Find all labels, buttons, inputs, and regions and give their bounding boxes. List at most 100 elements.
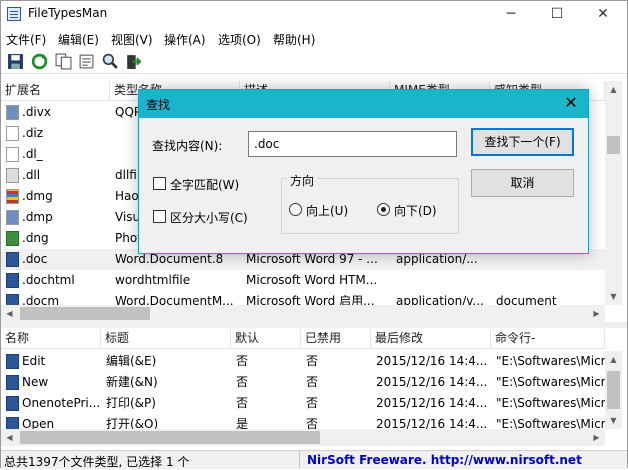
status-divider: [299, 451, 300, 469]
find-what-label: 查找内容(N):: [152, 139, 223, 153]
cell-mime: application/v...: [396, 294, 484, 305]
table-row[interactable]: OnenotePri... 打印(&P) 否 否 2015/12/16 14:4…: [1, 393, 605, 414]
scroll-up-arrow-icon[interactable]: ▲: [605, 351, 622, 368]
cell-name: OnenotePri...: [22, 396, 101, 410]
scroll-thumb[interactable]: [20, 431, 320, 444]
word-file-icon: [6, 396, 19, 411]
cell-command: "E:\Softwares\Micr: [496, 354, 605, 368]
cell-extension: .dng: [22, 231, 49, 245]
cell-extension: .dl_: [22, 147, 43, 161]
bottom-vertical-scrollbar[interactable]: ▲ ▼: [605, 351, 622, 429]
find-dialog: 查找 ✕ 查找内容(N): .doc 查找下一个(F) 取消 全字匹配(W) 区…: [138, 89, 589, 254]
scroll-thumb[interactable]: [20, 307, 150, 320]
find-dialog-title-bar[interactable]: 查找 ✕: [139, 90, 588, 118]
cell-disabled: 否: [306, 375, 319, 389]
match-case-checkbox[interactable]: [153, 210, 166, 223]
close-icon[interactable]: ✕: [554, 90, 588, 118]
cell-description: Microsoft Word HTM...: [246, 273, 378, 287]
table-row[interactable]: .docm Word.DocumentM... Microsoft Word 启…: [1, 291, 605, 305]
top-horizontal-scrollbar[interactable]: ◀ ▶: [1, 305, 605, 322]
cell-command: "E:\Softwares\Micr: [496, 396, 605, 410]
find-what-input[interactable]: .doc: [248, 131, 457, 157]
menu-options[interactable]: 选项(O): [218, 31, 261, 48]
column-header-default[interactable]: 默认: [231, 329, 301, 349]
word-file-icon: [6, 252, 19, 267]
scroll-right-arrow-icon[interactable]: ▶: [588, 429, 605, 446]
table-row[interactable]: New 新建(&N) 否 否 2015/12/16 14:4... "E:\So…: [1, 372, 605, 393]
cancel-button[interactable]: 取消: [471, 169, 574, 197]
top-vertical-scrollbar[interactable]: ▲ ▼: [605, 81, 622, 305]
table-row[interactable]: Open 打开(&O) 是 否 2015/12/16 14:4... "E:\S…: [1, 414, 605, 429]
cell-modified: 2015/12/16 14:4...: [376, 375, 488, 389]
app-file-icon: [6, 105, 19, 120]
cell-extension: .docm: [22, 294, 60, 305]
direction-label: 方向: [287, 172, 318, 189]
toolbar: [1, 50, 627, 74]
close-button[interactable]: ✕: [580, 1, 626, 27]
word-file-icon: [6, 417, 19, 429]
word-file-icon: [6, 354, 19, 369]
column-header-name[interactable]: 名称: [1, 329, 101, 349]
cell-extension: .doc: [22, 252, 48, 266]
scroll-down-arrow-icon[interactable]: ▼: [605, 288, 622, 305]
cell-title: 编辑(&E): [106, 354, 157, 368]
direction-up-radio[interactable]: [289, 203, 302, 216]
word-file-icon: [6, 375, 19, 390]
scroll-down-arrow-icon[interactable]: ▼: [605, 412, 622, 429]
cell-title: 新建(&N): [106, 375, 158, 389]
exit-icon[interactable]: [124, 53, 141, 70]
cell-description: Microsoft Word 启用...: [246, 294, 375, 305]
menu-help[interactable]: 帮助(H): [273, 31, 315, 48]
scroll-left-arrow-icon[interactable]: ◀: [1, 429, 18, 446]
find-icon[interactable]: [102, 53, 119, 70]
menu-edit[interactable]: 编辑(E): [58, 31, 99, 48]
find-dialog-title: 查找: [146, 98, 171, 112]
whole-word-checkbox[interactable]: [153, 177, 166, 190]
column-header-modified[interactable]: 最后修改: [371, 329, 491, 349]
table-row[interactable]: Edit 编辑(&E) 否 否 2015/12/16 14:4... "E:\S…: [1, 351, 605, 372]
cell-type-name: wordhtmlfile: [115, 273, 191, 287]
minimize-button[interactable]: ─: [488, 1, 534, 27]
cell-extension: .dmg: [22, 189, 53, 203]
column-header-extension[interactable]: 扩展名: [1, 81, 110, 101]
column-header-title[interactable]: 标题: [101, 329, 231, 349]
pane-splitter[interactable]: [1, 322, 627, 328]
column-header-disabled[interactable]: 已禁用: [301, 329, 371, 349]
menu-view[interactable]: 视图(V): [111, 31, 153, 48]
direction-down-radio[interactable]: [377, 203, 390, 216]
cell-extension: .divx: [22, 105, 51, 119]
menu-bar: 文件(F) 编辑(E) 视图(V) 操作(A) 选项(O) 帮助(H): [1, 28, 627, 48]
copy-icon[interactable]: [55, 53, 72, 70]
cell-modified: 2015/12/16 14:4...: [376, 354, 488, 368]
cell-disabled: 否: [306, 396, 319, 410]
scroll-thumb[interactable]: [607, 371, 620, 409]
cell-name: New: [22, 375, 49, 389]
refresh-icon[interactable]: [31, 53, 48, 70]
menu-file[interactable]: 文件(F): [6, 31, 46, 48]
find-next-button[interactable]: 查找下一个(F): [471, 128, 574, 156]
maximize-button[interactable]: ☐: [534, 1, 580, 27]
scroll-right-arrow-icon[interactable]: ▶: [588, 305, 605, 322]
cell-name: Open: [22, 417, 55, 429]
scroll-thumb[interactable]: [607, 136, 620, 154]
direction-up-label: 向上(U): [306, 204, 349, 218]
cell-command: "E:\Softwares\Micr: [496, 375, 605, 389]
cell-default: 否: [236, 354, 249, 368]
gear-file-icon: [6, 168, 19, 183]
column-header-command[interactable]: 命令行-: [491, 329, 605, 349]
cell-title: 打印(&P): [106, 396, 156, 410]
menu-action[interactable]: 操作(A): [164, 31, 206, 48]
direction-down-label: 向下(D): [394, 204, 437, 218]
scroll-left-arrow-icon[interactable]: ◀: [1, 305, 18, 322]
properties-icon[interactable]: [78, 53, 95, 70]
window-title: FileTypesMan: [28, 6, 108, 20]
actions-header: 名称 标题 默认 已禁用 最后修改 命令行-: [1, 329, 605, 349]
table-row[interactable]: .dochtml wordhtmlfile Microsoft Word HTM…: [1, 270, 605, 291]
bottom-horizontal-scrollbar[interactable]: ◀ ▶: [1, 429, 605, 446]
app-file-icon: [6, 210, 19, 225]
status-bar: 总共1397个文件类型, 已选择 1 个 NirSoft Freeware. h…: [1, 450, 627, 469]
app-icon: [7, 7, 21, 21]
scroll-up-arrow-icon[interactable]: ▲: [605, 81, 622, 98]
save-icon[interactable]: [7, 53, 24, 70]
nirsoft-link[interactable]: NirSoft Freeware. http://www.nirsoft.net: [307, 453, 582, 467]
